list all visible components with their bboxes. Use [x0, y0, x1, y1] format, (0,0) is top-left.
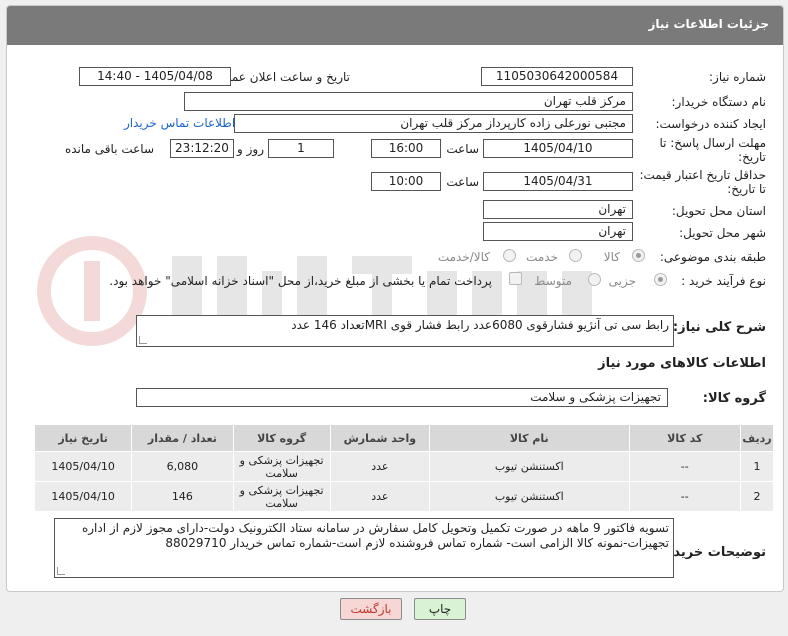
deadline-label-2: تاریخ: [738, 150, 766, 164]
cell-unit: عدد [329, 481, 431, 512]
cell-need-date: 1405/04/10 [33, 481, 133, 512]
min-price-date-field: 1405/04/31 [483, 172, 633, 191]
header-item-code: کد کالا [628, 424, 742, 452]
process-label: نوع فرآیند خرید : [681, 274, 766, 288]
cell-row-number: 1 [740, 451, 774, 482]
min-price-label-2: تا تاریخ: [727, 182, 766, 196]
buyer-notes-textarea[interactable]: تسویه فاکتور 9 ماهه در صورت تکمیل وتحویل… [54, 518, 674, 578]
treasury-payment-note: پرداخت تمام یا بخشی از مبلغ خرید،از محل … [109, 274, 492, 288]
min-price-time-field: 10:00 [371, 172, 441, 191]
table-header-row: ردیف کد کالا نام کالا واحد شمارش گروه کا… [33, 424, 774, 452]
category-option-goods: کالا [603, 250, 620, 264]
process-option-medium: متوسط [534, 274, 572, 288]
need-number-field: 1105030642000584 [481, 67, 633, 86]
cell-item-code: -- [628, 481, 742, 512]
category-option-both: کالا/خدمت [437, 250, 490, 264]
cell-row-number: 2 [740, 481, 774, 512]
category-option-service: خدمت [526, 250, 558, 264]
cell-quantity: 6,080 [131, 451, 234, 482]
process-option-minor: جزیی [608, 274, 636, 288]
process-radio-minor[interactable] [654, 273, 667, 286]
deadline-time-label: ساعت [446, 142, 479, 156]
buyer-org-field: مرکز قلب تهران [184, 92, 633, 111]
title-bar: جزئیات اطلاعات نیاز [7, 6, 783, 45]
header-row-number: ردیف [740, 424, 774, 452]
creator-field: مجتبی نورعلی زاده کارپرداز مرکز قلب تهرا… [234, 114, 633, 133]
description-label: شرح کلی نیاز: [672, 320, 766, 335]
cell-item-code: -- [628, 451, 742, 482]
deadline-time-field: 16:00 [371, 139, 441, 158]
province-label: استان محل تحویل: [671, 204, 766, 218]
header-quantity: تعداد / مقدار [131, 424, 234, 452]
buyer-contact-link[interactable]: اطلاعات تماس خریدار [124, 116, 235, 130]
header-goods-group: گروه کالا [232, 424, 331, 452]
min-price-time-label: ساعت [446, 175, 479, 189]
back-button[interactable]: بازگشت [340, 598, 402, 620]
category-radio-service[interactable] [569, 249, 582, 262]
city-label: شهر محل تحویل: [679, 226, 766, 240]
need-number-label: شماره نیاز: [709, 70, 766, 84]
resize-grip-icon[interactable] [57, 567, 65, 575]
cell-unit: عدد [329, 451, 431, 482]
goods-group-label: گروه کالا: [702, 391, 766, 406]
remaining-time-field: 23:12:20 [170, 139, 234, 158]
days-field: 1 [268, 139, 334, 158]
cell-item-name: اکستنشن تیوب [429, 451, 630, 482]
goods-group-field: تجهیزات پزشکی و سلامت [136, 388, 668, 407]
creator-label: ایجاد کننده درخواست: [655, 117, 766, 131]
province-field: تهران [483, 200, 633, 219]
deadline-date-field: 1405/04/10 [483, 139, 633, 158]
buyer-org-label: نام دستگاه خریدار: [671, 95, 767, 109]
cell-need-date: 1405/04/10 [33, 451, 133, 482]
print-button[interactable]: چاپ [414, 598, 466, 620]
goods-info-title: اطلاعات کالاهای مورد نیاز [598, 356, 766, 371]
header-need-date: تاریخ نیاز [33, 424, 133, 452]
buyer-notes-text: تسویه فاکتور 9 ماهه در صورت تکمیل وتحویل… [81, 521, 669, 550]
category-radio-both[interactable] [503, 249, 516, 262]
deadline-label-1: مهلت ارسال پاسخ: تا [659, 136, 766, 150]
cell-goods-group: تجهیزات پزشکی و سلامت [232, 481, 331, 512]
process-radio-medium[interactable] [588, 273, 601, 286]
city-field: تهران [483, 222, 633, 241]
page-title: جزئیات اطلاعات نیاز [648, 17, 769, 31]
header-unit: واحد شمارش [329, 424, 431, 452]
cell-goods-group: تجهیزات پزشکی و سلامت [232, 451, 331, 482]
table-row: 1 -- اکستنشن تیوب عدد تجهیزات پزشکی و سل… [33, 451, 774, 482]
header-item-name: نام کالا [429, 424, 630, 452]
cell-item-name: اکستنشن تیوب [429, 481, 630, 512]
category-label: طبقه بندی موضوعی: [659, 250, 766, 264]
announce-field: 1405/04/08 - 14:40 [79, 67, 231, 86]
description-textarea[interactable]: رابط سی تی آنژیو فشارقوی 6080عدد رابط فش… [136, 315, 674, 347]
cell-quantity: 146 [131, 481, 234, 512]
category-radio-goods[interactable] [632, 249, 645, 262]
table-row: 2 -- اکستنشن تیوب عدد تجهیزات پزشکی و سل… [33, 481, 774, 512]
resize-grip-icon[interactable] [139, 336, 147, 344]
items-table: ردیف کد کالا نام کالا واحد شمارش گروه کا… [33, 424, 774, 512]
remaining-label: ساعت باقی مانده [64, 142, 154, 156]
description-text: رابط سی تی آنژیو فشارقوی 6080عدد رابط فش… [291, 318, 669, 332]
min-price-label-1: حداقل تاریخ اعتبار قیمت: [639, 168, 766, 182]
treasury-payment-checkbox[interactable] [509, 272, 522, 285]
days-label: روز و [237, 142, 264, 156]
